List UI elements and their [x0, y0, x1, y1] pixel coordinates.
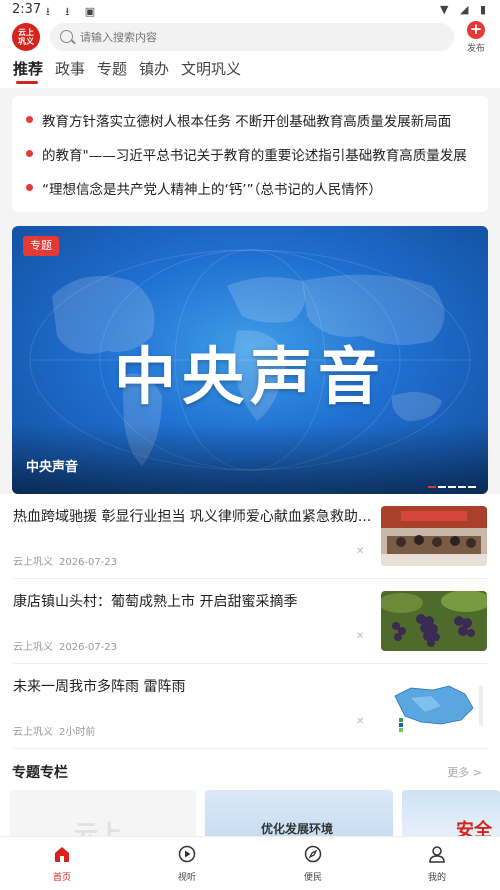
news-feed: 热血跨域驰援 彰显行业担当 巩义律师爱心献血紧急救助... 云上巩义 2026-0…: [0, 494, 500, 750]
news-item[interactable]: 未来一周我市多阵雨 雷阵雨 云上巩义 2小时前 ✕: [0, 664, 500, 749]
banner-caption: 中央声音: [26, 460, 79, 475]
headline-item[interactable]: “理想信念是共产党人精神上的‘钙’”（总书记的人民情怀）: [12, 176, 488, 200]
news-meta: 云上巩义 2026-07-23: [13, 638, 117, 653]
banner-headline: 中央声音: [113, 340, 386, 413]
nav-media[interactable]: 视听: [157, 845, 217, 883]
news-source: 云上巩义: [13, 642, 53, 653]
headline-list: 教育方针落实立德树人根本任务 不断开创基础教育高质量发展新局面 的教育"——习近…: [12, 96, 488, 212]
news-thumbnail: [381, 591, 487, 651]
status-bar: 2:37 ⭳ ⭳ ▣ ▼ ◢ ▮: [0, 0, 500, 20]
tab-topics[interactable]: 专题: [97, 58, 127, 79]
headline-text: “理想信念是共产党人精神上的‘钙’”（总书记的人民情怀）: [42, 182, 382, 198]
nav-label: 便民: [303, 873, 322, 883]
featured-banner[interactable]: 中央声音 专题 中央声音: [12, 226, 488, 494]
bullet-icon: [26, 116, 33, 123]
more-link[interactable]: 更多 >: [447, 764, 482, 780]
tab-towns[interactable]: 镇办: [139, 58, 169, 79]
nav-home[interactable]: 首页: [32, 845, 92, 883]
system-status-icons: ▼ ◢ ▮: [440, 3, 490, 16]
news-source: 云上巩义: [13, 727, 53, 738]
tab-civilization[interactable]: 文明巩义: [181, 58, 241, 79]
compass-icon: [304, 845, 322, 863]
carousel-dot[interactable]: [438, 486, 446, 488]
headline-text: 的教育"——习近平总书记关于教育的重要论述指引基础教育高质量发展: [42, 148, 467, 164]
special-section: 专题专栏 更多 > 云上 优化发展环境 安全: [0, 750, 500, 840]
top-bar: 云上巩义 + 发布: [0, 20, 500, 54]
search-input[interactable]: [80, 27, 440, 47]
publish-button[interactable]: + 发布: [464, 21, 488, 54]
publish-label: 发布: [466, 44, 485, 54]
topic-badge: 专题: [23, 236, 59, 256]
dismiss-icon[interactable]: ✕: [356, 546, 364, 557]
news-item[interactable]: 康店镇山头村：葡萄成熟上市 开启甜蜜采摘季 云上巩义 2026-07-23 ✕: [0, 579, 500, 664]
special-card[interactable]: 优化发展环境: [205, 790, 393, 840]
section-title: 专题专栏: [12, 765, 68, 781]
bullet-icon: [26, 184, 33, 191]
news-title: 未来一周我市多阵雨 雷阵雨: [13, 679, 186, 695]
carousel-dot[interactable]: [468, 486, 476, 488]
news-title: 热血跨域驰援 彰显行业担当 巩义律师爱心献血紧急救助...: [13, 509, 372, 525]
news-item[interactable]: 热血跨域驰援 彰显行业担当 巩义律师爱心献血紧急救助... 云上巩义 2026-0…: [0, 494, 500, 579]
news-title: 康店镇山头村：葡萄成熟上市 开启甜蜜采摘季: [13, 594, 298, 610]
bottom-nav: 首页 视听 便民 我的: [0, 836, 500, 890]
special-card[interactable]: 云上: [10, 790, 196, 840]
plus-icon: +: [467, 21, 485, 39]
headline-text: 教育方针落实立德树人根本任务 不断开创基础教育高质量发展新局面: [42, 114, 452, 130]
nav-label: 我的: [427, 873, 446, 883]
nav-services[interactable]: 便民: [283, 845, 343, 883]
play-icon: [178, 845, 196, 863]
headline-item[interactable]: 的教育"——习近平总书记关于教育的重要论述指引基础教育高质量发展: [12, 142, 488, 166]
user-icon: [429, 846, 445, 863]
news-meta: 云上巩义 2小时前: [13, 723, 95, 738]
bullet-icon: [26, 150, 33, 157]
banner-shade: [12, 424, 488, 494]
carousel-dot[interactable]: [448, 486, 456, 488]
search-icon: [60, 30, 73, 43]
carousel-dot[interactable]: [458, 486, 466, 488]
news-meta: 云上巩义 2026-07-23: [13, 553, 117, 568]
divider: [13, 748, 487, 749]
news-thumbnail: [381, 506, 487, 566]
status-time: 2:37: [12, 2, 42, 17]
nav-label: 首页: [52, 873, 71, 883]
news-thumbnail: [381, 676, 487, 736]
channel-tabs: 推荐 政事 专题 镇办 文明巩义: [0, 54, 500, 88]
home-icon: [55, 847, 69, 862]
app-logo[interactable]: 云上 巩义: [12, 23, 40, 51]
news-time: 2026-07-23: [59, 557, 118, 568]
nav-profile[interactable]: 我的: [407, 845, 467, 883]
carousel-indicator: [426, 486, 476, 489]
dismiss-icon[interactable]: ✕: [356, 631, 364, 642]
headline-item[interactable]: 教育方针落实立德树人根本任务 不断开创基础教育高质量发展新局面: [12, 108, 488, 132]
card-text: 优化发展环境: [261, 822, 334, 836]
news-time: 2026-07-23: [59, 642, 118, 653]
news-time: 2小时前: [59, 727, 96, 738]
carousel-dot[interactable]: [428, 486, 436, 488]
search-bar[interactable]: [50, 23, 454, 51]
nav-label: 视听: [177, 873, 196, 883]
news-source: 云上巩义: [13, 557, 53, 568]
active-tab-indicator: [16, 81, 38, 84]
tab-politics[interactable]: 政事: [55, 58, 85, 79]
dismiss-icon[interactable]: ✕: [356, 716, 364, 727]
special-card[interactable]: 安全: [402, 790, 500, 840]
tab-recommend[interactable]: 推荐: [13, 58, 43, 79]
